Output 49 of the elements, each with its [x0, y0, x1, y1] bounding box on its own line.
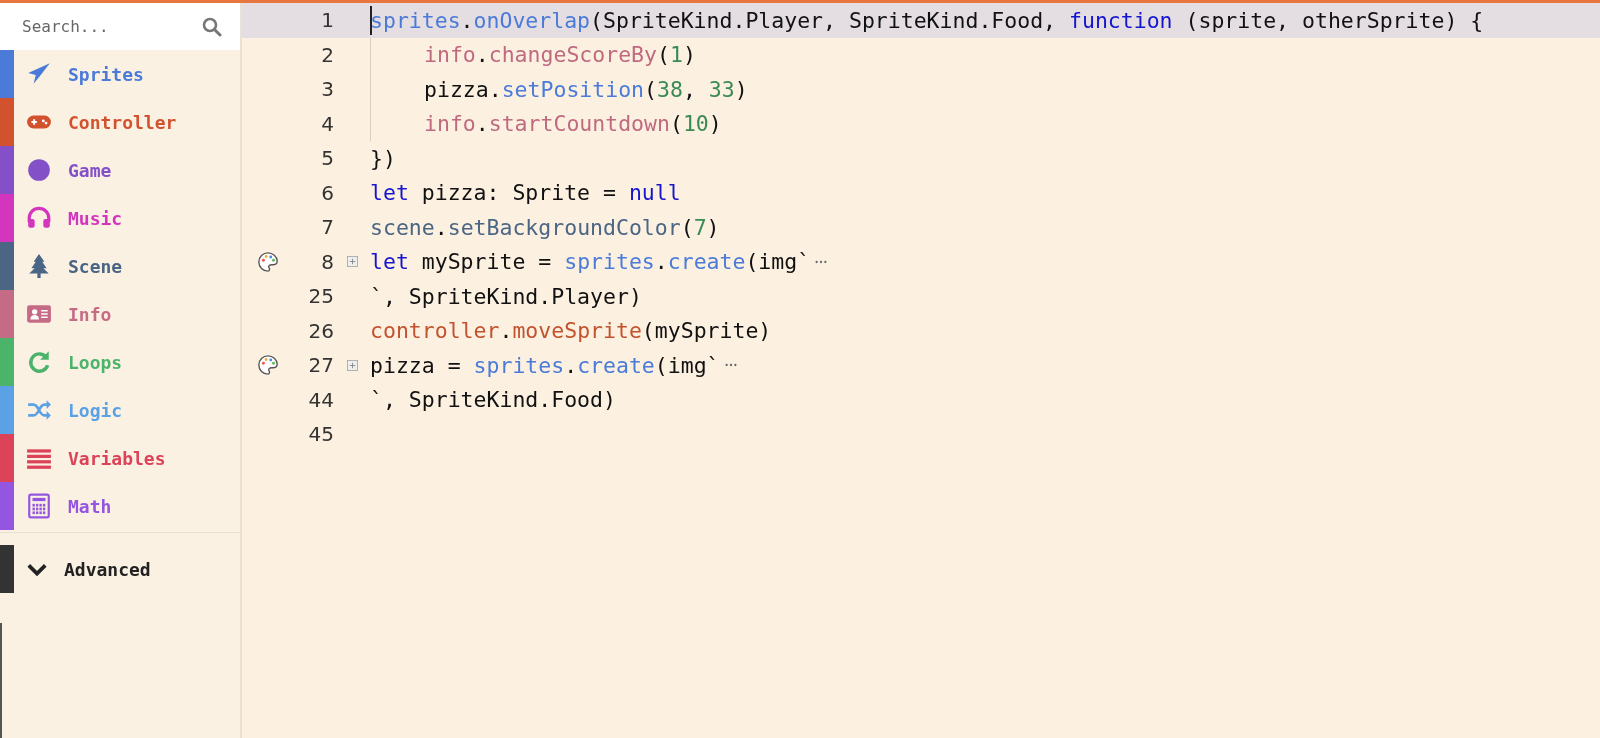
calculator-icon: [26, 493, 52, 519]
palette-icon[interactable]: [257, 250, 279, 273]
category-item[interactable]: Controller: [0, 98, 240, 146]
category-item[interactable]: Logic: [0, 386, 240, 434]
search-icon: [202, 16, 222, 37]
code-line: pizza = sprites.create(img`: [370, 352, 720, 378]
ellipsis-icon[interactable]: [814, 258, 829, 265]
line-number: 7: [320, 215, 334, 240]
category-item[interactable]: Scene: [0, 242, 240, 290]
circle-icon: [26, 157, 52, 183]
code-line: }): [370, 145, 396, 171]
code-line: sprites.onOverlap(SpriteKind.Player, SpriteKind.Food, function (sprite, otherSprite) {: [370, 7, 1484, 33]
line-number: 2: [320, 42, 334, 67]
code-line: let mySprite = sprites.create(img`: [370, 249, 811, 275]
line-number: 3: [320, 77, 334, 102]
line-number: 25: [307, 284, 334, 309]
code-line: let pizza: Sprite = null: [370, 180, 681, 206]
line-number: 44: [307, 387, 334, 412]
category-item[interactable]: Variables: [0, 434, 240, 482]
code-line: info.startCountdown(10): [424, 111, 722, 137]
tree-icon: [26, 253, 52, 279]
search-field[interactable]: Search...: [0, 3, 240, 50]
line-number: 4: [320, 111, 334, 136]
category-item[interactable]: Music: [0, 194, 240, 242]
headphones-icon: [26, 205, 52, 231]
line-number: 8: [320, 249, 334, 274]
code-line: controller.moveSprite(mySprite): [370, 318, 772, 344]
category-item[interactable]: Loops: [0, 338, 240, 386]
code-line: `, SpriteKind.Player): [370, 283, 642, 309]
palette-icon[interactable]: [257, 354, 279, 377]
search-field[interactable]: Search...: [20, 16, 202, 37]
line-number: 1: [320, 8, 334, 33]
category-item[interactable]: Sprites: [0, 50, 240, 98]
advanced-item[interactable]: Advanced: [0, 545, 240, 593]
line-number: 6: [320, 180, 334, 205]
expand-icon[interactable]: [346, 359, 358, 371]
line-number: 26: [307, 318, 334, 343]
code-line: info.changeScoreBy(1): [424, 42, 696, 68]
code-line: `, SpriteKind.Food): [370, 387, 616, 413]
code-line: pizza.setPosition(38, 33): [424, 76, 748, 102]
ellipsis-icon[interactable]: [723, 362, 738, 369]
category-item[interactable]: Game: [0, 146, 240, 194]
line-number: 5: [320, 146, 334, 171]
code-line: scene.setBackgroundColor(7): [370, 214, 720, 240]
line-number: 45: [307, 422, 334, 447]
line-number: 27: [307, 353, 334, 378]
category-item[interactable]: Info: [0, 290, 240, 338]
expand-icon[interactable]: [346, 256, 358, 268]
refresh-icon: [26, 349, 52, 375]
